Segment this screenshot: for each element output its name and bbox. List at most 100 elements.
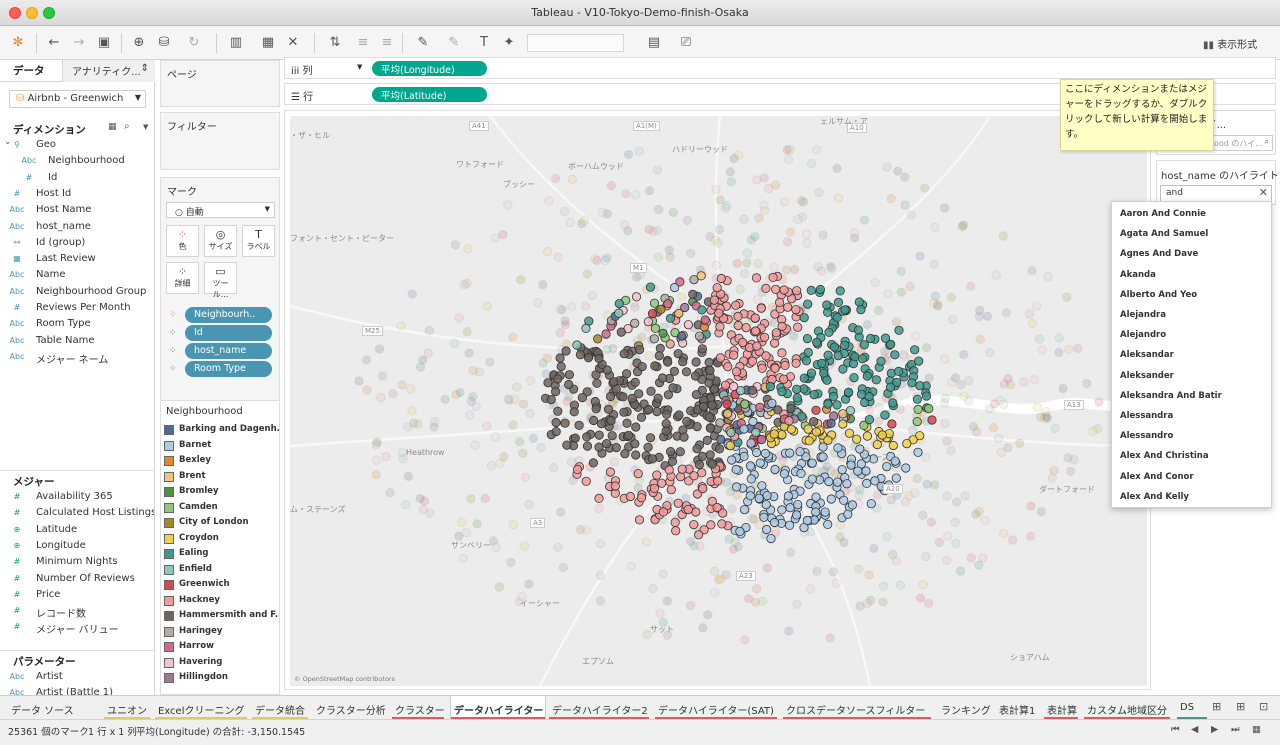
view-grid-icon[interactable]: ▦: [108, 122, 117, 132]
datasource-select[interactable]: ⛁ Airbnb - Greenwich ▼: [9, 90, 146, 108]
field-item[interactable]: ▦ Last Review: [0, 252, 154, 268]
presentation-mode-icon[interactable]: ⎚: [677, 34, 695, 52]
mark-type-select[interactable]: ○ 自動 ▼: [166, 202, 275, 218]
datasource-menu-icon[interactable]: ⛁: [155, 34, 173, 52]
field-item[interactable]: Abc Neighbourhood: [0, 154, 154, 170]
show-me-button[interactable]: ▮▮ 表示形式: [1203, 36, 1257, 51]
field-item[interactable]: Abc host_name: [0, 220, 154, 236]
suggestion-item[interactable]: Alberto And Yeo: [1120, 290, 1197, 306]
clear-sheet-icon[interactable]: ✕: [284, 34, 302, 52]
field-item[interactable]: Abc Table Name: [0, 334, 154, 350]
show-cards-icon[interactable]: ▤: [645, 34, 663, 52]
pin-icon[interactable]: ✦: [500, 34, 518, 52]
expand-geo-icon[interactable]: ⌄: [4, 137, 12, 147]
field-item[interactable]: Abc Name: [0, 268, 154, 284]
tooltip-button[interactable]: ▭ ツール...: [204, 262, 237, 299]
detail-button[interactable]: ⁘ 詳細: [166, 262, 199, 294]
suggestion-item[interactable]: Alessandro: [1120, 431, 1173, 447]
sheet-tab[interactable]: カスタム地域区分: [1084, 696, 1170, 719]
undo-icon[interactable]: ←: [45, 34, 63, 52]
tab-data[interactable]: データ: [13, 63, 45, 78]
sheet-tab[interactable]: DS: [1177, 696, 1207, 719]
field-item[interactable]: # レコード数: [0, 604, 154, 620]
suggestion-item[interactable]: Alessandra: [1120, 411, 1173, 427]
filters-card[interactable]: フィルター: [160, 112, 280, 170]
visualization[interactable]: A41 A1(M) A10 ワトフォード ボーハムウッド ハドリーウッド ブッシー ・ザ・ヒル…: [284, 110, 1151, 690]
label-button[interactable]: T ラベル: [242, 225, 275, 257]
suggestion-item[interactable]: Alejandra: [1120, 310, 1166, 326]
field-item[interactable]: # Reviews Per Month: [0, 301, 154, 317]
pill-room-type[interactable]: Room Type: [185, 361, 272, 377]
suggestion-item[interactable]: Agata And Samuel: [1120, 229, 1208, 245]
field-item[interactable]: Abc メジャー ネーム: [0, 350, 154, 366]
show-labels-icon[interactable]: T: [475, 34, 493, 52]
field-item[interactable]: # Id: [0, 171, 154, 187]
suggestion-item[interactable]: Aleksandra And Batir: [1120, 391, 1222, 407]
new-worksheet-tab-icon[interactable]: ⊞: [1212, 700, 1221, 713]
field-item[interactable]: # Host Id: [0, 187, 154, 203]
dimensions-menu-icon[interactable]: ▼: [143, 123, 148, 131]
field-item[interactable]: Abc Artist: [0, 670, 154, 686]
sheet-tab[interactable]: データ ソース: [8, 696, 98, 719]
field-item[interactable]: # Availability 365: [0, 490, 154, 506]
tab-analytics[interactable]: アナリティク... ⇕: [62, 60, 155, 82]
sheet-tab[interactable]: データハイライター(SAT): [655, 696, 777, 719]
sheet-tab[interactable]: クロスデータソースフィルター: [783, 696, 931, 719]
rows-pill[interactable]: 平均(Latitude): [372, 87, 487, 102]
field-item[interactable]: # Minimum Nights: [0, 555, 154, 571]
group-icon[interactable]: ✎: [445, 34, 463, 52]
field-item[interactable]: ⊕ Longitude: [0, 539, 154, 555]
next-sheet-icon[interactable]: ▶: [1211, 724, 1218, 735]
field-item[interactable]: Abc Room Type: [0, 317, 154, 333]
columns-shelf[interactable]: iii 列 ▼ 平均(Longitude): [284, 57, 1276, 79]
sheet-tab[interactable]: ユニオン: [104, 696, 150, 719]
pages-card[interactable]: ページ: [160, 60, 280, 107]
prev-sheet-icon[interactable]: ◀: [1191, 724, 1198, 735]
sort-asc-icon[interactable]: ≡: [354, 34, 372, 52]
tableau-logo-icon[interactable]: ✻: [9, 34, 27, 52]
suggestion-item[interactable]: Alex And Conor: [1120, 472, 1194, 488]
sheet-tab[interactable]: データハイライター2: [549, 696, 649, 719]
sheet-tab[interactable]: ランキング: [938, 696, 991, 719]
sheet-tab[interactable]: 表計算1: [996, 696, 1038, 719]
clear-icon[interactable]: ✕: [1259, 186, 1268, 199]
field-item[interactable]: ⊕ Latitude: [0, 523, 154, 539]
duplicate-sheet-icon[interactable]: ▦: [259, 34, 277, 52]
suggestion-item[interactable]: Agnes And Dave: [1120, 249, 1198, 265]
suggestion-item[interactable]: Aleksandar: [1120, 350, 1174, 366]
refresh-icon[interactable]: ↻: [185, 34, 203, 52]
sheet-tab[interactable]: Excelクリーニング: [155, 696, 247, 719]
sheet-sorter-icon[interactable]: ▦: [1252, 724, 1261, 735]
fit-select[interactable]: [527, 34, 624, 52]
field-item[interactable]: Abc Neighbourhood Group: [0, 285, 154, 301]
save-icon[interactable]: ▣: [95, 34, 113, 52]
size-button[interactable]: ◎ サイズ: [204, 225, 237, 257]
sort-desc-icon[interactable]: ≡: [378, 34, 396, 52]
highlight-icon[interactable]: ✎: [414, 34, 432, 52]
sheet-tab[interactable]: クラスター: [392, 696, 445, 719]
suggestion-item[interactable]: Alex And Kelly: [1120, 492, 1189, 508]
field-item[interactable]: # Calculated Host Listings...: [0, 506, 154, 522]
field-item[interactable]: ⚯ Id (group): [0, 236, 154, 252]
host-name-highlight-input[interactable]: and ✕: [1160, 185, 1272, 202]
suggestion-item[interactable]: Alex And Christina: [1120, 451, 1209, 467]
sheet-tab[interactable]: クラスター分析: [313, 696, 387, 719]
pill-host-name[interactable]: host_name: [185, 343, 272, 359]
new-datasource-icon[interactable]: ⊕: [130, 34, 148, 52]
suggestion-item[interactable]: Alejandro: [1120, 330, 1166, 346]
first-sheet-icon[interactable]: ⏮: [1171, 724, 1180, 735]
field-item[interactable]: # Price: [0, 588, 154, 604]
last-sheet-icon[interactable]: ⏭: [1231, 724, 1240, 735]
color-button[interactable]: ⁘ 色: [166, 225, 199, 257]
new-story-tab-icon[interactable]: ⊡: [1259, 700, 1268, 713]
pill-neighbourhood[interactable]: Neighbourh..: [185, 307, 272, 323]
suggestion-item[interactable]: Aaron And Connie: [1120, 209, 1206, 225]
new-worksheet-icon[interactable]: ▥: [227, 34, 245, 52]
columns-pill[interactable]: 平均(Longitude): [372, 61, 487, 76]
sheet-tab[interactable]: データハイライター: [450, 696, 546, 719]
pill-id[interactable]: Id: [185, 325, 272, 341]
new-dashboard-tab-icon[interactable]: ⊞: [1236, 700, 1245, 713]
swap-icon[interactable]: ⇅: [326, 34, 344, 52]
search-icon[interactable]: ⌕: [124, 121, 130, 132]
sheet-tab[interactable]: 表計算: [1044, 696, 1078, 719]
